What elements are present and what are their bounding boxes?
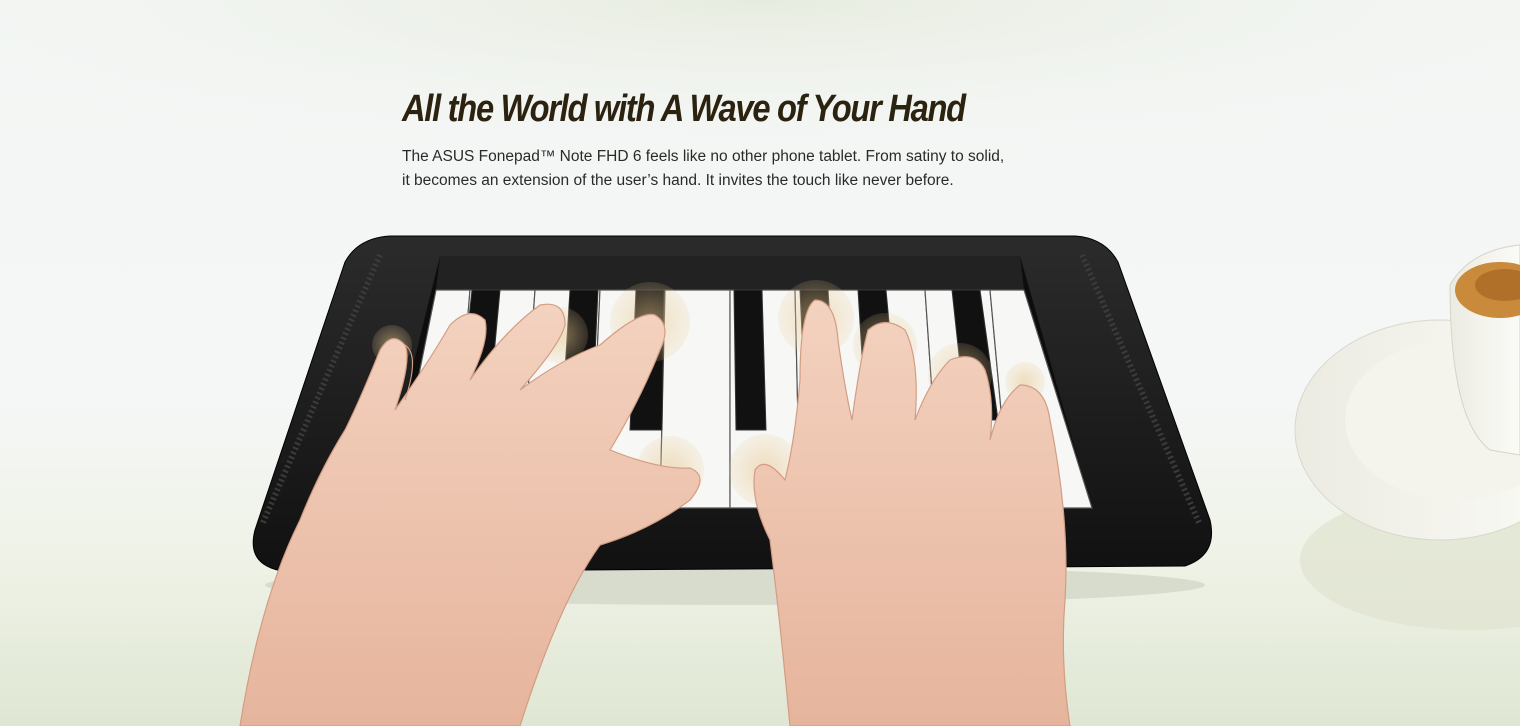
page-title: All the World with A Wave of Your Hand [402,88,966,130]
description: The ASUS Fonepad™ Note FHD 6 feels like … [402,145,1042,193]
description-line-2: it becomes an extension of the user’s ha… [402,172,954,189]
teacup-image [1294,244,1520,630]
left-hand-image [239,303,701,726]
description-line-1: The ASUS Fonepad™ Note FHD 6 feels like … [402,148,1005,165]
hero-banner: All the World with A Wave of Your Hand T… [0,0,1520,726]
